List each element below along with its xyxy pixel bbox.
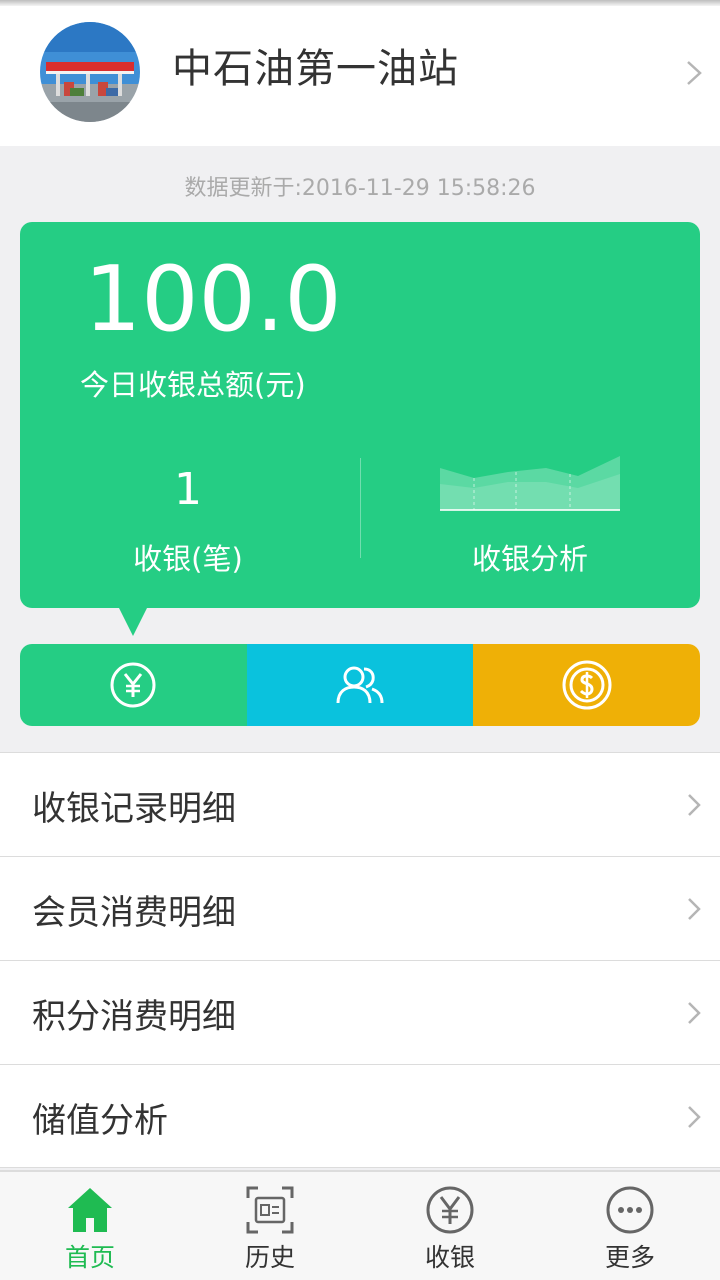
station-avatar [40,22,140,122]
chevron-right-icon [688,794,701,816]
station-header[interactable]: 中石油第一油站 [0,0,720,146]
list-item-label: 储值分析 [32,1101,168,1141]
nav-home-label: 首页 [64,1243,115,1272]
bottom-nav: 首页 历史 收银 更多 [0,1170,720,1280]
tab-points[interactable] [473,644,700,726]
list-item-cashier-records[interactable]: 收银记录明细 [0,752,720,856]
nav-cashier[interactable]: 收银 [360,1172,540,1280]
list-item-label: 收银记录明细 [32,789,236,829]
nav-history[interactable]: 历史 [180,1172,360,1280]
list-item-label: 会员消费明细 [32,893,236,933]
users-icon [336,666,384,704]
chevron-right-icon [687,61,702,85]
list-item-member-consumption[interactable]: 会员消费明细 [0,856,720,960]
update-time: 数据更新于:2016-11-29 15:58:26 [184,176,536,201]
category-tabs [20,644,700,726]
nav-home[interactable]: 首页 [0,1172,180,1280]
station-name: 中石油第一油站 [172,46,459,92]
summary-card: 100.0 今日收银总额(元) 1 收银(笔) 收银分析 [20,222,700,608]
cashier-count: 1 [174,464,202,515]
nav-more[interactable]: 更多 [540,1172,720,1280]
home-icon [68,1188,112,1232]
cashier-analysis-label[interactable]: 收银分析 [444,536,616,578]
nav-history-label: 历史 [244,1243,295,1272]
total-amount-label: 今日收银总额(元) [80,368,306,402]
cashier-count-label: 收银(笔) [133,542,243,576]
list-item-label: 积分消费明细 [32,997,236,1037]
list-item-points-consumption[interactable]: 积分消费明细 [0,960,720,1064]
detail-list: 收银记录明细 会员消费明细 积分消费明细 储值分析 [0,752,720,1168]
tab-members[interactable] [246,644,474,726]
status-shadow [0,0,720,6]
chevron-right-icon [688,898,701,920]
more-dots-icon [606,1186,654,1234]
nav-more-label: 更多 [604,1243,655,1272]
yuan-circle-icon [426,1186,474,1234]
tab-cashier[interactable] [20,644,247,726]
card-divider [360,458,361,558]
area-chart-icon[interactable] [438,454,622,512]
yuan-circle-icon [110,662,156,708]
dollar-coin-icon [562,660,612,710]
card-pointer [118,606,148,636]
nav-cashier-label: 收银 [424,1243,475,1272]
chevron-right-icon [688,1106,701,1128]
list-item-stored-value-analysis[interactable]: 储值分析 [0,1064,720,1168]
chevron-right-icon [688,1002,701,1024]
scan-frame-icon [246,1186,294,1234]
total-amount: 100.0 [84,247,342,352]
